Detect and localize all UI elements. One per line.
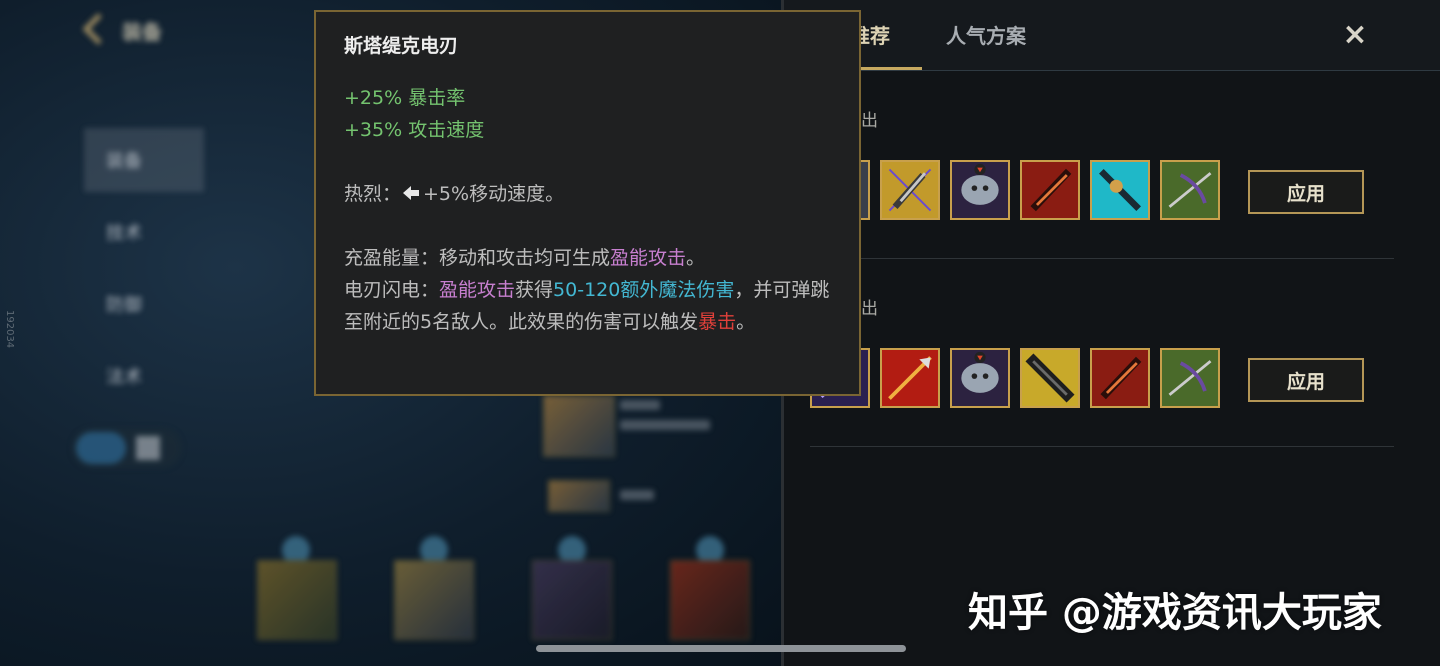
passive-label: 充盈能量： <box>344 247 440 269</box>
back-arrow-icon[interactable] <box>78 12 112 46</box>
recommend-panel: 官方推荐 人气方案 × 强力输出 应用 暴击输出 应用 <box>784 0 1440 666</box>
divider <box>810 446 1394 447</box>
crossbow-icon[interactable] <box>1160 348 1220 408</box>
home-indicator[interactable] <box>536 645 906 652</box>
list-item-line <box>620 400 660 410</box>
watermark: 知乎 @游戏资讯大玩家 <box>968 590 1382 636</box>
list-item-line <box>620 420 710 430</box>
spirit-icon[interactable] <box>950 348 1010 408</box>
passive-label: 电刃闪电： <box>344 279 440 301</box>
passive-text: +5%移动速度。 <box>423 183 565 205</box>
damage-value: 50-120额外魔法伤害 <box>553 279 735 301</box>
list-item-thumb <box>548 480 610 512</box>
stattik-shiv-icon[interactable] <box>1020 348 1080 408</box>
katana-cyan-icon[interactable] <box>1090 160 1150 220</box>
view-toggle[interactable] <box>72 428 182 468</box>
equip-slot[interactable] <box>532 560 612 640</box>
blade-red-icon[interactable] <box>1020 160 1080 220</box>
crit-keyword: 暴击 <box>698 311 737 333</box>
passive-text: 移动和攻击均可生成 <box>439 247 611 269</box>
keyword: 盈能攻击 <box>610 247 687 269</box>
punctuation: 。 <box>736 311 756 333</box>
divider <box>810 258 1394 259</box>
spirit-icon[interactable] <box>950 160 1010 220</box>
tab-popular[interactable]: 人气方案 <box>946 20 1026 49</box>
apply-button[interactable]: 应用 <box>1248 358 1364 402</box>
stat-line: +25% 暴击率 <box>344 87 466 109</box>
equip-slot[interactable] <box>394 560 474 640</box>
sidebar-item-equipment[interactable]: 装备 <box>84 128 204 192</box>
passive-line: 热烈： +5%移动速度。 <box>344 178 831 210</box>
sidebar-item-magic[interactable]: 法术 <box>84 344 204 408</box>
page-title: 装备 <box>122 20 162 44</box>
panel-header: 官方推荐 人气方案 × <box>784 0 1440 71</box>
dagger-icon[interactable] <box>880 160 940 220</box>
passive-line: 电刃闪电：盈能攻击获得50-120额外魔法伤害，并可弹跳至附近的5名敌人。此效果… <box>344 274 831 338</box>
spear-red-icon[interactable] <box>880 348 940 408</box>
passive-label: 热烈： <box>344 183 402 205</box>
item-name: 斯塔缇克电刃 <box>344 35 459 57</box>
punctuation: 。 <box>686 247 706 269</box>
blade-red-icon[interactable] <box>1090 348 1150 408</box>
passive-line: 充盈能量：移动和攻击均可生成盈能攻击。 <box>344 242 831 274</box>
crossbow-icon[interactable] <box>1160 160 1220 220</box>
keyword: 盈能攻击 <box>439 279 516 301</box>
sidebar-item-tech[interactable]: 技术 <box>84 200 204 264</box>
item-tooltip: 斯塔缇克电刃 +25% 暴击率 +35% 攻击速度 热烈： +5%移动速度。 充盈… <box>314 10 861 396</box>
close-icon[interactable]: × <box>1340 20 1370 50</box>
sidebar-item-defense[interactable]: 防御 <box>84 272 204 336</box>
equip-slot[interactable] <box>257 560 337 640</box>
list-item-thumb <box>543 395 615 457</box>
list-item-line <box>620 490 654 500</box>
stat-line: +35% 攻击速度 <box>344 119 485 141</box>
apply-button[interactable]: 应用 <box>1248 170 1364 214</box>
passive-text: 获得 <box>515 279 554 301</box>
move-speed-icon <box>403 186 420 200</box>
side-id-text: 192034 <box>4 310 15 349</box>
equip-slot[interactable] <box>670 560 750 640</box>
